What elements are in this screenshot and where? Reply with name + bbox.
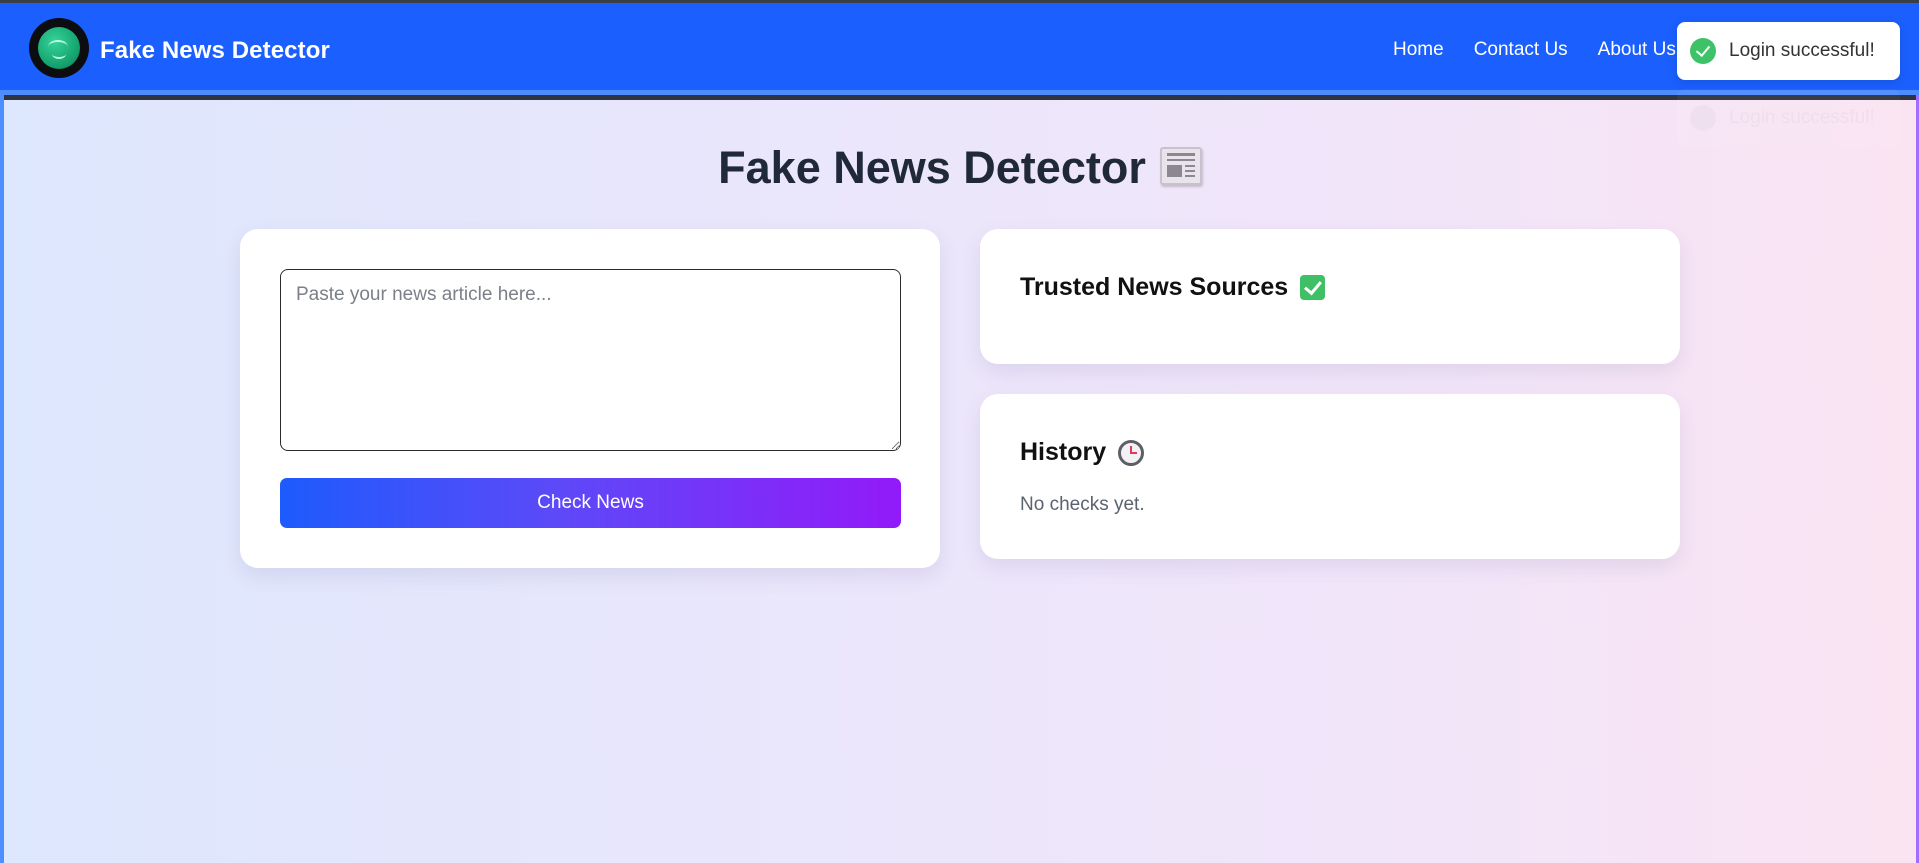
trusted-sources-heading: Trusted News Sources [1020, 273, 1326, 302]
navbar: Fake News Detector Home Contact Us About… [0, 3, 1919, 95]
news-input-card: Check News [240, 229, 940, 568]
toast-notification-fading: Login successful! [1677, 89, 1900, 147]
history-empty-text: No checks yet. [1020, 494, 1145, 515]
toast-message: Login successful! [1729, 40, 1875, 61]
history-card: History No checks yet. [980, 394, 1680, 559]
check-news-button[interactable]: Check News [280, 478, 901, 528]
nav-links: Home Contact Us About Us [1393, 39, 1676, 61]
newspaper-icon [1159, 147, 1202, 186]
brand-title[interactable]: Fake News Detector [100, 37, 330, 65]
trusted-sources-card: Trusted News Sources [980, 229, 1680, 364]
success-check-icon [1690, 38, 1716, 64]
nav-link-contact[interactable]: Contact Us [1474, 39, 1568, 61]
nav-link-about[interactable]: About Us [1598, 39, 1676, 61]
page-title: Fake News Detector [4, 142, 1916, 194]
history-heading: History [1020, 438, 1145, 467]
news-article-input[interactable] [280, 269, 901, 451]
trusted-sources-title: Trusted News Sources [1020, 273, 1289, 301]
main-content: Fake News Detector Check News Trusted Ne… [4, 100, 1916, 863]
logo-icon[interactable] [29, 18, 89, 78]
clock-icon [1118, 439, 1145, 466]
toast-message-faded: Login successful! [1729, 107, 1875, 128]
nav-link-home[interactable]: Home [1393, 39, 1444, 61]
page-title-text: Fake News Detector [718, 142, 1146, 193]
toast-notification[interactable]: Login successful! [1677, 22, 1900, 80]
check-box-icon [1300, 275, 1326, 300]
history-title: History [1020, 438, 1107, 466]
success-check-icon-faded [1690, 105, 1716, 131]
